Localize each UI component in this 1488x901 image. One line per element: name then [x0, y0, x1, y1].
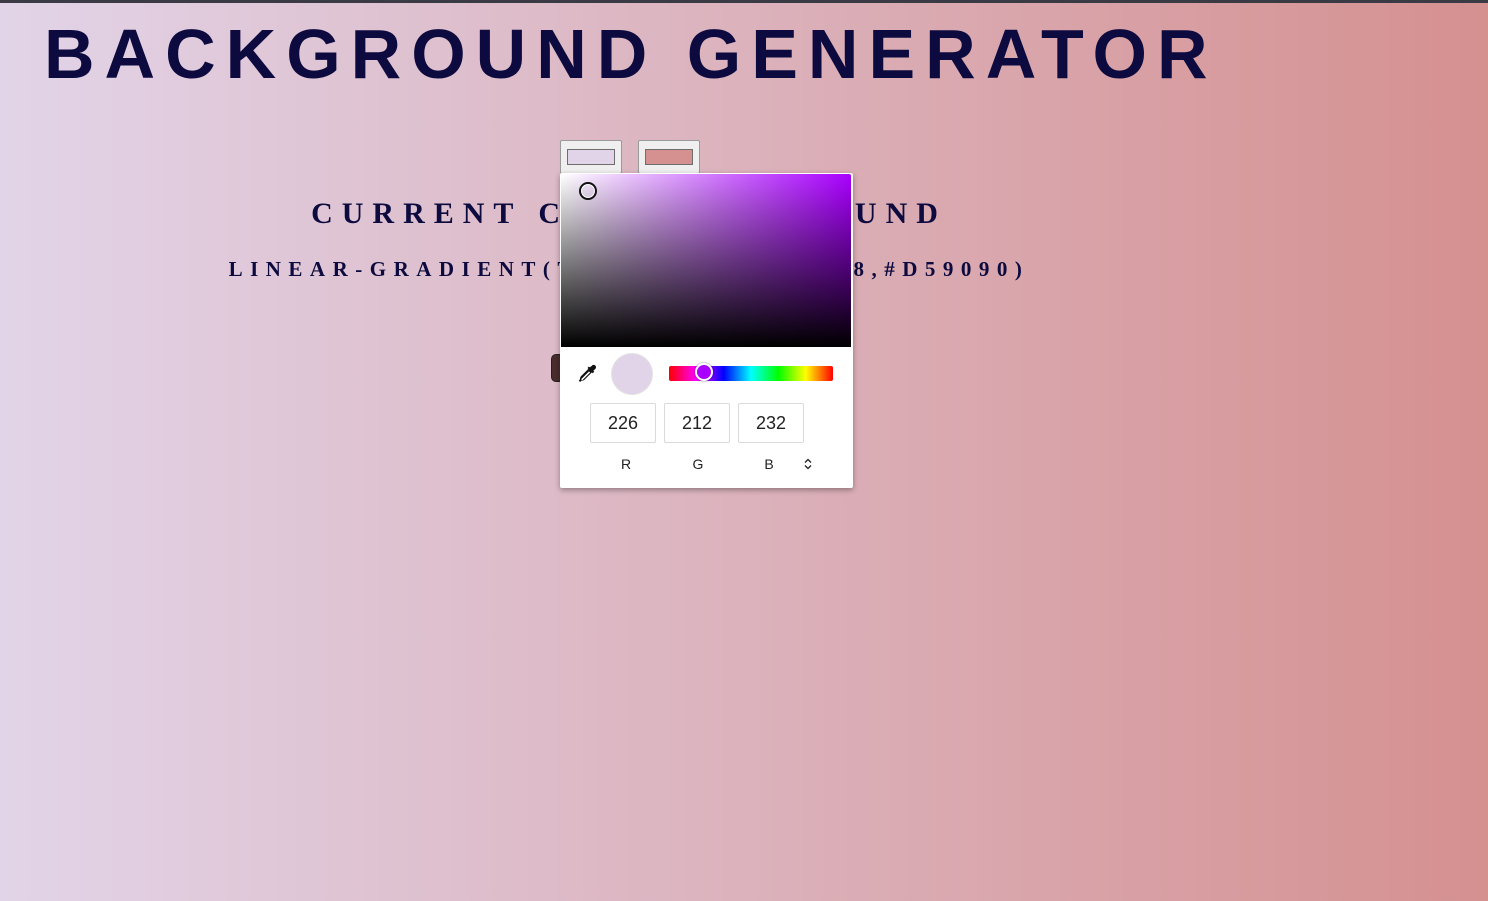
saturation-value-area[interactable]	[561, 174, 851, 347]
blue-channel-label: B	[764, 456, 774, 472]
blue-channel-input[interactable]	[738, 403, 804, 443]
color-input-2[interactable]	[638, 140, 700, 174]
color-preview-circle	[612, 354, 652, 394]
green-channel-label: G	[692, 456, 704, 472]
hue-slider-thumb[interactable]	[695, 363, 714, 381]
green-channel-input[interactable]	[664, 403, 730, 443]
color-picker-popup: R G B	[560, 173, 853, 488]
page-title: BACKGROUND GENERATOR	[44, 15, 1218, 93]
color-input-1-swatch	[567, 149, 615, 165]
color-input-1[interactable]	[560, 140, 622, 174]
hue-slider[interactable]	[669, 363, 833, 381]
saturation-value-cursor[interactable]	[579, 182, 597, 200]
color-input-2-swatch	[645, 149, 693, 165]
updown-chevron-icon[interactable]	[803, 457, 813, 471]
eyedropper-icon[interactable]	[576, 363, 598, 385]
window-top-border	[0, 0, 1488, 3]
red-channel-label: R	[620, 456, 632, 472]
red-channel-input[interactable]	[590, 403, 656, 443]
